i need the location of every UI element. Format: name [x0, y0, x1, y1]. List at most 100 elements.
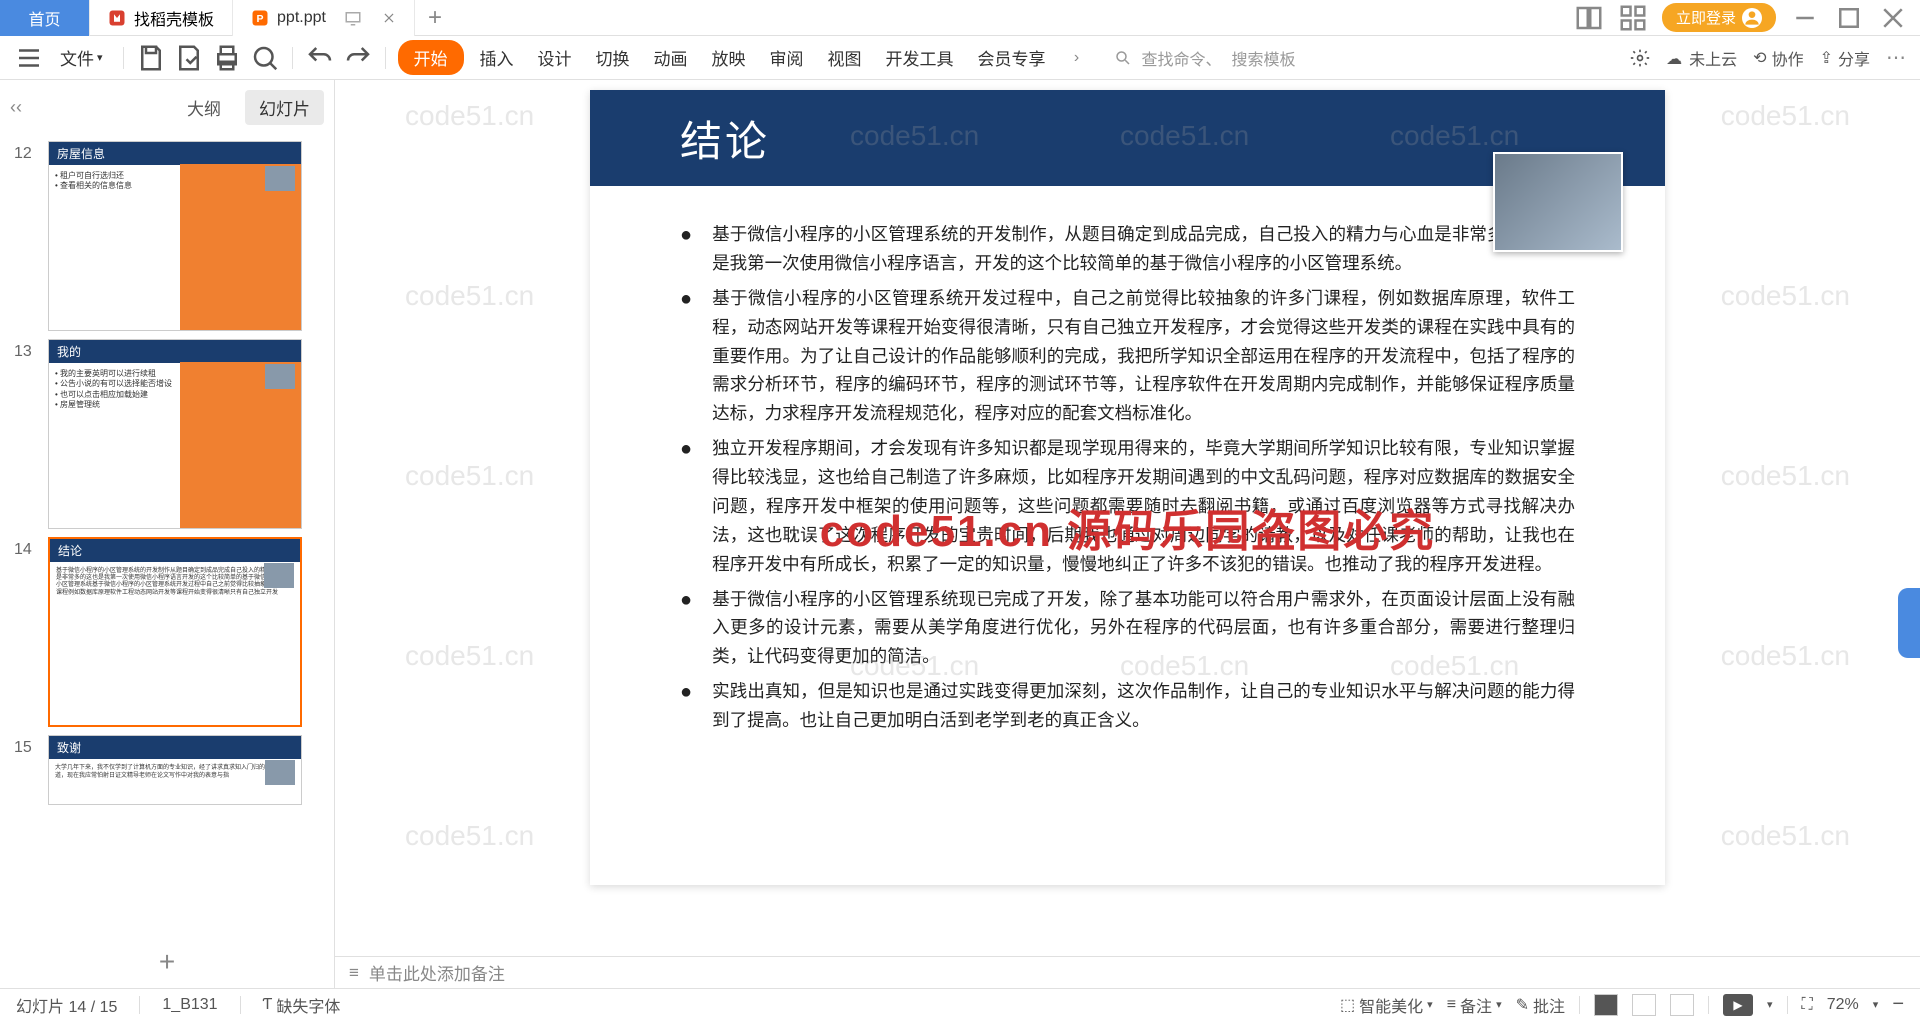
thumb-num: 12: [14, 141, 40, 163]
slide-area: code51.cn code51.cn code51.cn code51.cn …: [335, 80, 1920, 956]
add-slide-button[interactable]: +: [0, 936, 334, 988]
zoom-dropdown[interactable]: ▾: [1873, 998, 1879, 1011]
watermark-bg: code51.cn: [405, 820, 534, 852]
notes-pane[interactable]: ≡ 单击此处添加备注: [335, 956, 1920, 988]
sidebar: ‹‹ 大纲 幻灯片 12 房屋信息• 租户可自行选归还• 查看相关的信息信息 1…: [0, 80, 335, 988]
search-tpl-text[interactable]: 搜索模板: [1232, 46, 1296, 70]
comment-icon: ✎: [1516, 995, 1529, 1015]
bullet-text: 基于微信小程序的小区管理系统的开发制作，从题目确定到成品完成，自己投入的精力与心…: [712, 220, 1575, 278]
apps-icon[interactable]: [1618, 3, 1648, 33]
thumbnail-15[interactable]: 致谢大学几年下来，我不仅学到了计算机方面的专业知识，经了讲求真求知入门归的经验大…: [48, 735, 302, 805]
minimize-button[interactable]: [1790, 3, 1820, 33]
thumbnail-list: 12 房屋信息• 租户可自行选归还• 查看相关的信息信息 13 我的• 我的主要…: [0, 133, 334, 936]
tab-home[interactable]: 首页: [0, 0, 90, 36]
watermark-bg: code51.cn: [405, 640, 534, 672]
close-button[interactable]: [1878, 3, 1908, 33]
slide-counter: 幻灯片 14 / 15: [16, 993, 117, 1017]
settings-icon[interactable]: [1630, 48, 1650, 68]
thumb-num: 15: [14, 735, 40, 757]
share-button[interactable]: ⇪分享: [1820, 46, 1870, 70]
thumbnail-13[interactable]: 我的• 我的主要英明可以进行续租• 公告小说的有可以选择能否增设• 也可以点击相…: [48, 339, 302, 529]
zoom-out-button[interactable]: −: [1892, 993, 1904, 1016]
notes-placeholder: 单击此处添加备注: [369, 960, 505, 985]
slides-tab[interactable]: 幻灯片: [245, 90, 324, 125]
thumb-num: 14: [14, 537, 40, 559]
collab-icon: ⟲: [1753, 48, 1766, 68]
bullet-text: 独立开发程序期间，才会发现有许多知识都是现学现用得来的，毕竟大学期间所学知识比较…: [712, 434, 1575, 578]
search-icon: [1114, 49, 1132, 67]
docer-icon: [108, 9, 126, 27]
undo-icon[interactable]: [305, 43, 335, 73]
devtools-menu[interactable]: 开发工具: [878, 41, 962, 74]
thumb-num: 13: [14, 339, 40, 361]
maximize-button[interactable]: [1834, 3, 1864, 33]
outline-tab[interactable]: 大纲: [173, 90, 235, 125]
side-panel-handle[interactable]: [1898, 588, 1920, 658]
comments-toggle[interactable]: ✎批注: [1516, 993, 1565, 1017]
watermark-bg: code51.cn: [1721, 640, 1850, 672]
cube-icon: ⬚: [1340, 995, 1355, 1015]
cloud-icon: ☁: [1666, 49, 1684, 67]
print-icon[interactable]: [212, 43, 242, 73]
search-cmd-text[interactable]: 查找命令、: [1142, 46, 1222, 70]
file-menu[interactable]: 文件▾: [52, 41, 111, 74]
fit-icon: ⛶: [1802, 996, 1813, 1014]
watermark-bg: code51.cn: [405, 460, 534, 492]
more-icon[interactable]: ⋯: [1886, 45, 1906, 70]
reading-view-button[interactable]: [1670, 994, 1694, 1016]
preview-icon[interactable]: [250, 43, 280, 73]
bullet-icon: ●: [680, 677, 692, 735]
hamburger-icon[interactable]: [14, 43, 44, 73]
watermark-bg: code51.cn: [405, 280, 534, 312]
normal-view-button[interactable]: [1594, 994, 1618, 1016]
play-button[interactable]: ▶: [1723, 994, 1753, 1016]
collab-button[interactable]: ⟲协作: [1753, 46, 1803, 70]
tab-templates[interactable]: 找稻壳模板: [90, 0, 233, 36]
sorter-view-button[interactable]: [1632, 994, 1656, 1016]
collapse-icon[interactable]: ‹‹: [10, 97, 22, 118]
slide[interactable]: 结论 ● 基于微信小程序的小区管理系统的开发制作，从题目确定到成品完成，自己投入的…: [590, 90, 1665, 885]
transition-menu[interactable]: 切换: [588, 41, 638, 74]
redo-icon[interactable]: [343, 43, 373, 73]
cloud-button[interactable]: ☁未上云: [1666, 46, 1737, 70]
play-dropdown[interactable]: ▾: [1767, 998, 1773, 1011]
tab-label: ppt.ppt: [277, 9, 326, 27]
missing-fonts-button[interactable]: Ƭ缺失字体: [263, 993, 341, 1017]
fit-button[interactable]: ⛶: [1802, 996, 1813, 1014]
bullet-icon: ●: [680, 220, 692, 278]
slide-content: ● 基于微信小程序的小区管理系统的开发制作，从题目确定到成品完成，自己投入的精力与…: [590, 186, 1665, 735]
workspace: ‹‹ 大纲 幻灯片 12 房屋信息• 租户可自行选归还• 查看相关的信息信息 1…: [0, 80, 1920, 988]
bullet-icon: ●: [680, 284, 692, 428]
design-menu[interactable]: 设计: [530, 41, 580, 74]
login-button[interactable]: 立即登录: [1662, 3, 1776, 32]
user-icon: [1742, 8, 1762, 28]
vip-menu[interactable]: 会员专享: [970, 41, 1054, 74]
notes-icon: ≡: [1447, 996, 1456, 1014]
layout-icon[interactable]: [1574, 3, 1604, 33]
bullet-text: 基于微信小程序的小区管理系统现已完成了开发，除了基本功能可以符合用户需求外，在页…: [712, 585, 1575, 672]
close-icon[interactable]: [382, 11, 396, 25]
thumbnail-12[interactable]: 房屋信息• 租户可自行选归还• 查看相关的信息信息: [48, 141, 302, 331]
share-icon: ⇪: [1820, 48, 1833, 68]
start-menu[interactable]: 开始: [398, 40, 464, 75]
new-tab-button[interactable]: +: [415, 4, 455, 32]
tab-current-file[interactable]: P ppt.ppt: [233, 0, 415, 36]
svg-text:P: P: [257, 12, 264, 24]
thumbnail-14[interactable]: 结论基于微信小程序的小区管理系统的开发制作从题目确定到成品完成自己投入的精力与心…: [48, 537, 302, 727]
slideshow-menu[interactable]: 放映: [704, 41, 754, 74]
insert-menu[interactable]: 插入: [472, 41, 522, 74]
chevron-right-icon[interactable]: ›: [1062, 43, 1092, 73]
animation-menu[interactable]: 动画: [646, 41, 696, 74]
slide-title: 结论: [680, 108, 770, 169]
notes-toggle[interactable]: ≡备注▾: [1447, 993, 1502, 1017]
save-icon[interactable]: [136, 43, 166, 73]
login-label: 立即登录: [1676, 7, 1736, 28]
view-menu[interactable]: 视图: [820, 41, 870, 74]
watermark-bg: code51.cn: [1721, 100, 1850, 132]
watermark-bg: code51.cn: [405, 100, 534, 132]
review-menu[interactable]: 审阅: [762, 41, 812, 74]
beautify-button[interactable]: ⬚智能美化▾: [1340, 993, 1433, 1017]
save-as-icon[interactable]: [174, 43, 204, 73]
zoom-level[interactable]: 72%: [1827, 996, 1859, 1014]
display-mode-icon[interactable]: [344, 9, 362, 27]
